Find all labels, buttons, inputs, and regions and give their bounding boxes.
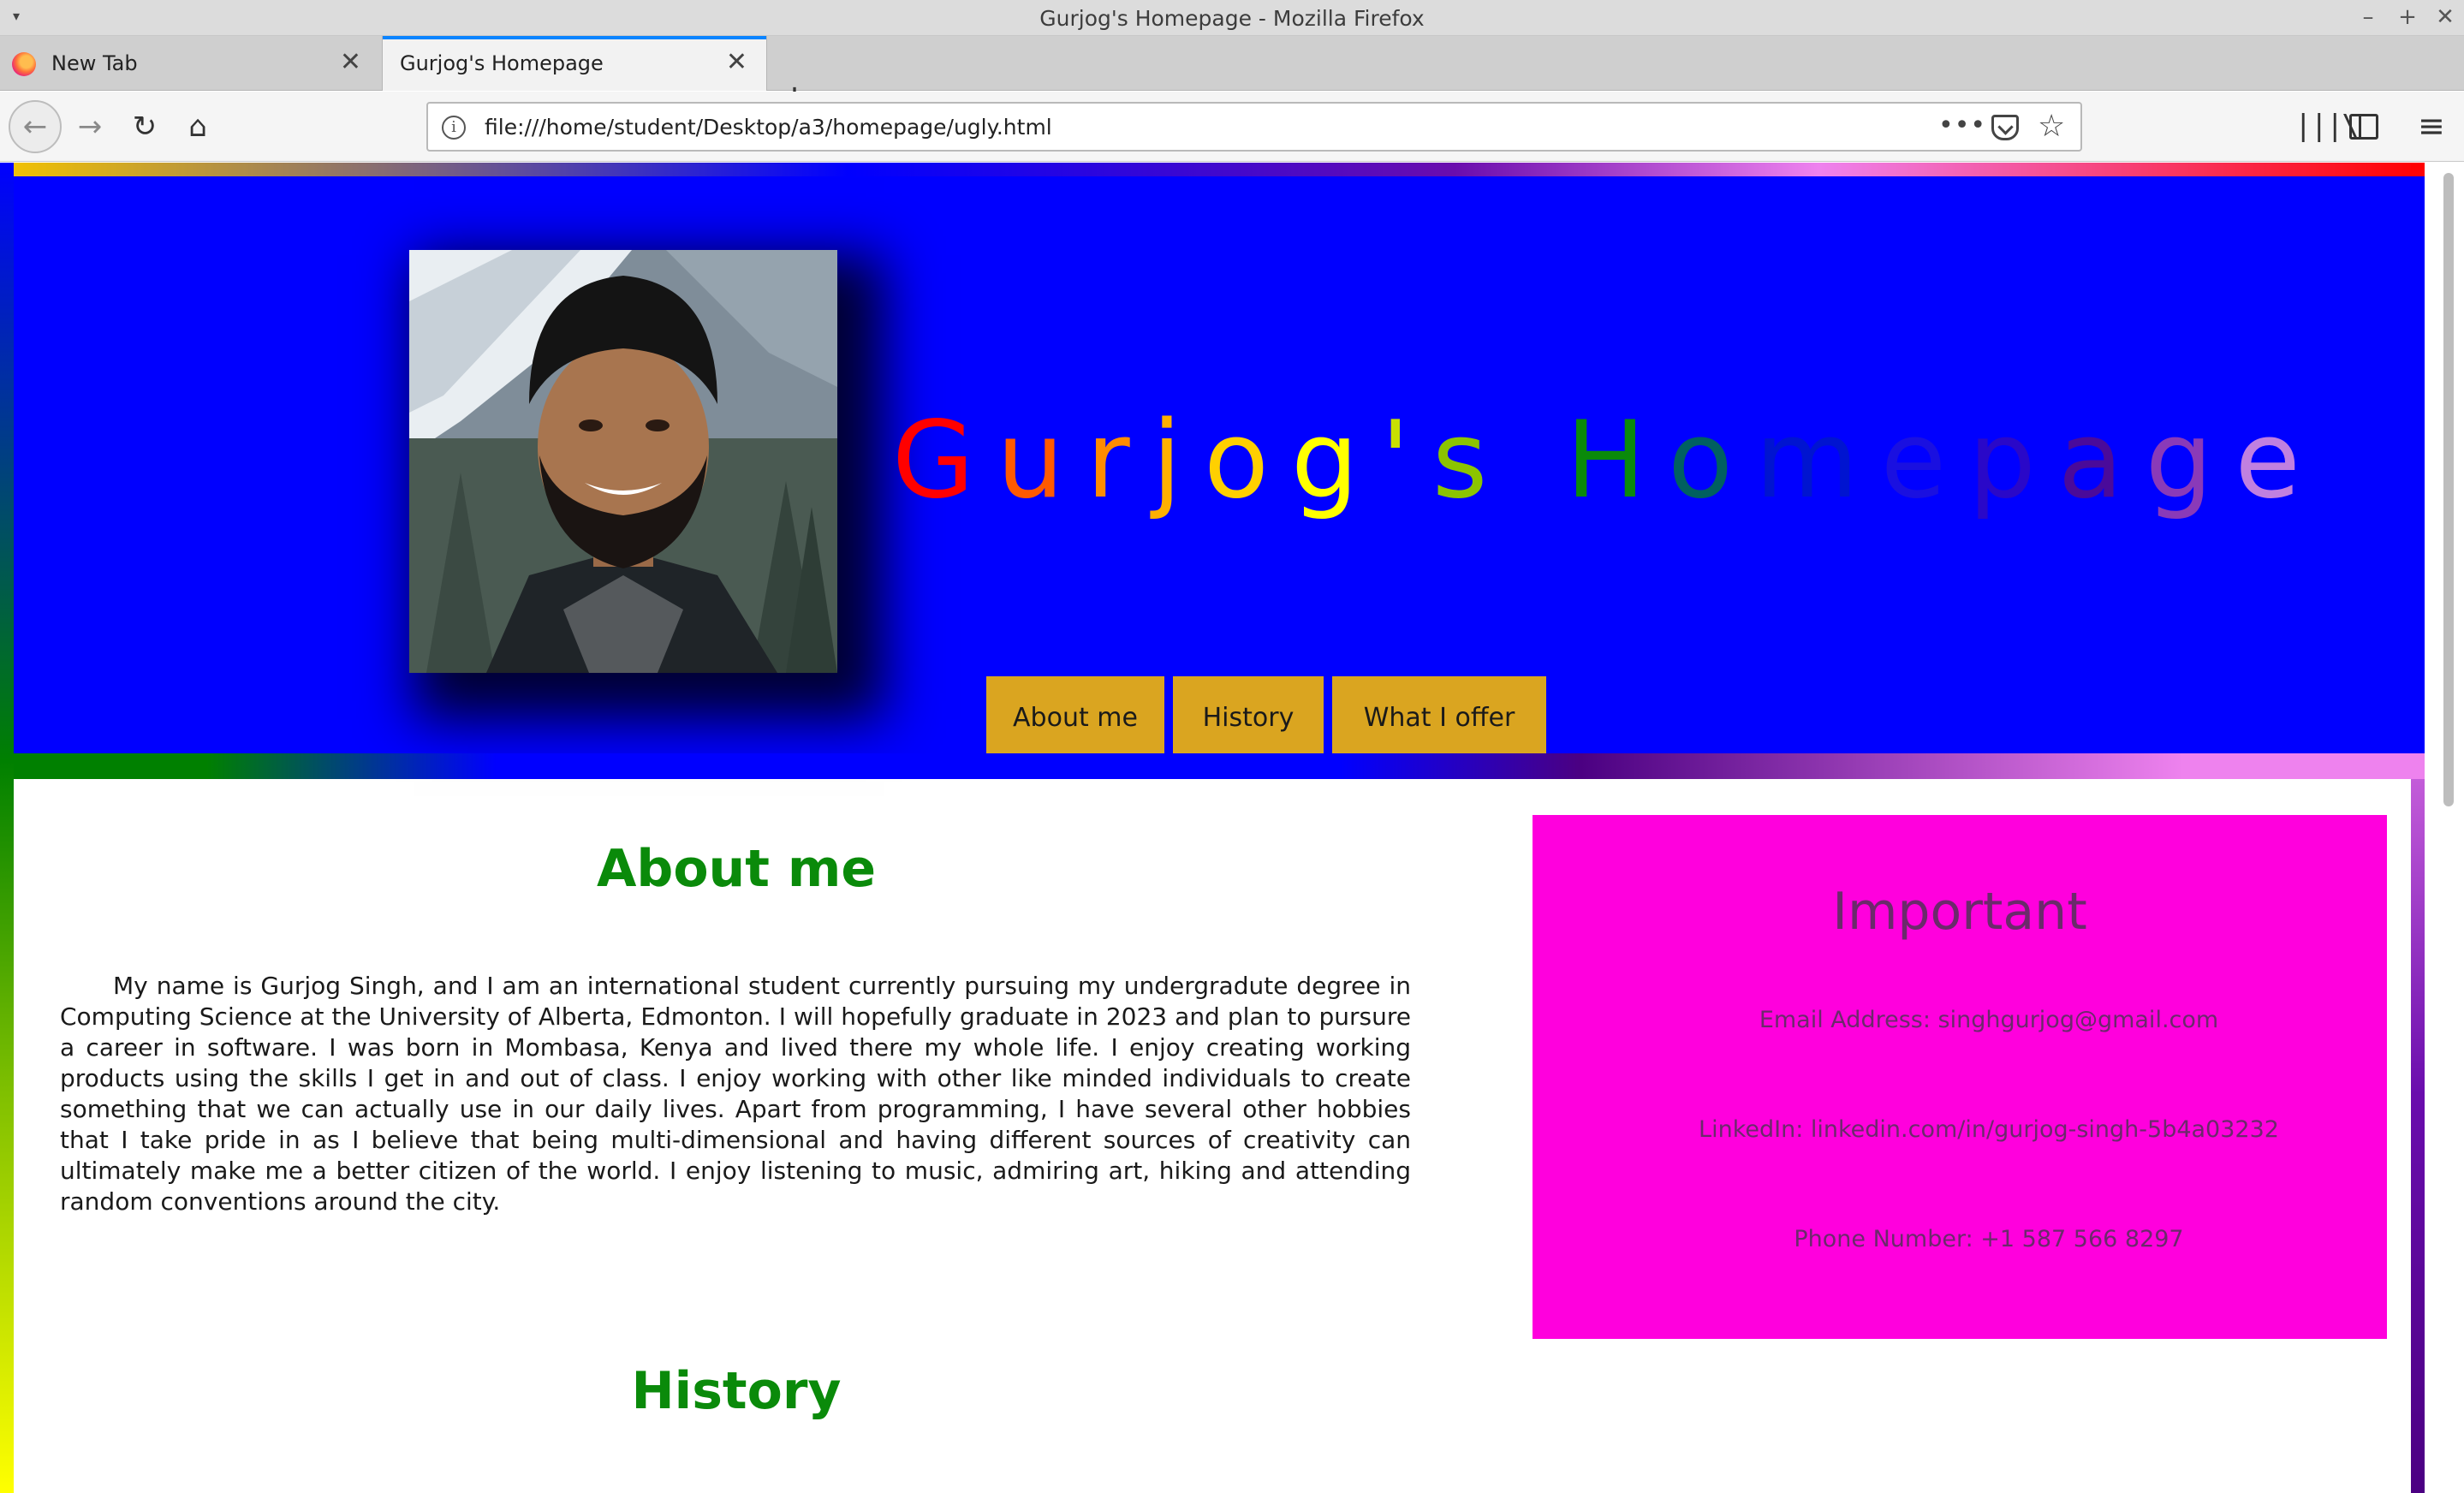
site-title-letter [1509, 399, 1565, 522]
site-title-letter: g [1291, 399, 1381, 522]
tab-label: New Tab [51, 51, 138, 75]
phone-number: Phone Number: +1 587 566 8297 [1794, 1226, 2184, 1252]
firefox-icon [12, 52, 36, 76]
important-heading: Important [1832, 882, 2087, 942]
site-title-letter: H [1565, 399, 1669, 522]
history-heading: History [631, 1361, 842, 1421]
site-title-letter: s [1431, 399, 1510, 522]
maximize-icon[interactable]: + [2390, 2, 2425, 33]
site-nav: About me History What I offer [986, 676, 1546, 758]
tab-close-icon[interactable]: ✕ [340, 50, 361, 75]
library-icon[interactable]: |||\ [2294, 109, 2360, 143]
important-panel: Important Email Address: singhgurjog@gma… [1533, 815, 2387, 1339]
sidebar-toggle-icon[interactable] [2349, 114, 2378, 140]
about-heading: About me [596, 839, 877, 899]
bookmark-star-icon[interactable]: ☆ [2038, 109, 2065, 144]
rainbow-border-left [0, 163, 14, 1493]
linkedin-url: LinkedIn: linkedin.com/in/gurjog-singh-5… [1699, 1116, 2279, 1143]
site-title-letter: p [1968, 399, 2058, 522]
back-button[interactable]: ← [9, 100, 62, 153]
site-title-letter: g [2145, 399, 2235, 522]
about-paragraph: My name is Gurjog Singh, and I am an int… [60, 972, 1411, 1216]
page-viewport: Gurjog's Homepage About me History What … [0, 163, 2464, 1493]
page-scrollbar[interactable] [2431, 163, 2464, 1493]
reload-button[interactable]: ↻ [122, 104, 168, 150]
address-bar[interactable]: i file:///home/student/Desktop/a3/homepa… [426, 102, 2082, 152]
hamburger-menu-icon[interactable]: ≡ [2418, 107, 2445, 145]
site-info-icon[interactable]: i [442, 116, 466, 140]
pocket-icon[interactable] [1991, 115, 2019, 140]
site-title-letter: o [1668, 399, 1755, 522]
page-header: Gurjog's Homepage About me History What … [14, 176, 2425, 762]
home-button[interactable]: ⌂ [175, 104, 221, 150]
navigation-toolbar: ← → ↻ ⌂ i file:///home/student/Desktop/a… [0, 92, 2464, 162]
site-title-letter: ' [1380, 399, 1432, 522]
header-rainbow-border [14, 753, 2425, 779]
site-title: Gurjog's Homepage [892, 399, 2323, 522]
site-title-letter: e [1880, 399, 1969, 522]
site-title-letter: r [1086, 399, 1152, 522]
rainbow-border-top [0, 163, 2425, 176]
forward-button[interactable]: → [67, 104, 113, 150]
nav-history-button[interactable]: History [1173, 676, 1324, 758]
site-title-letter: u [997, 399, 1086, 522]
site-title-letter: e [2235, 399, 2323, 522]
site-title-letter: j [1152, 399, 1205, 522]
tab-label: Gurjog's Homepage [400, 51, 604, 75]
email-address: Email Address: singhgurjog@gmail.com [1759, 1007, 2219, 1033]
url-text[interactable]: file:///home/student/Desktop/a3/homepage… [485, 115, 1052, 140]
scrollbar-thumb[interactable] [2443, 173, 2454, 806]
nav-what-i-offer-button[interactable]: What I offer [1332, 676, 1546, 758]
tab-strip: New Tab ✕ Gurjog's Homepage ✕ + [0, 36, 2464, 115]
profile-photo [409, 250, 837, 673]
window-titlebar: ▾ Gurjog's Homepage - Mozilla Firefox – … [0, 0, 2464, 36]
page-actions-icon[interactable]: ••• [1938, 110, 1986, 140]
site-title-letter: a [2057, 399, 2146, 522]
tab-gurjogs-homepage[interactable]: Gurjog's Homepage ✕ [382, 36, 767, 91]
site-title-letter: o [1204, 399, 1291, 522]
tab-close-icon[interactable]: ✕ [726, 50, 747, 75]
minimize-icon[interactable]: – [2351, 2, 2385, 33]
nav-about-me-button[interactable]: About me [986, 676, 1164, 758]
window-close-icon[interactable]: ✕ [2428, 2, 2462, 33]
site-title-letter: m [1754, 399, 1881, 522]
window-title: Gurjog's Homepage - Mozilla Firefox [1039, 6, 1425, 31]
site-title-letter: G [892, 399, 997, 522]
tab-new-tab[interactable]: New Tab ✕ [0, 36, 380, 91]
